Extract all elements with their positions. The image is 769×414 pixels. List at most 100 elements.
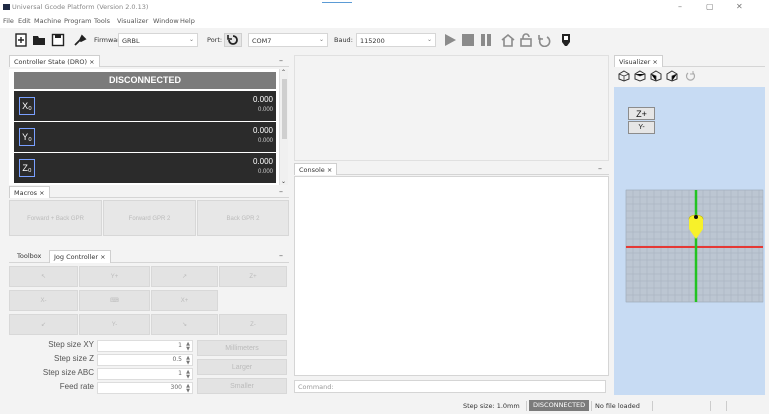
- jog-xplus-yminus-button[interactable]: ↘: [151, 314, 218, 335]
- reset-z-button[interactable]: Z₀: [19, 159, 35, 177]
- keyboard-jog-button[interactable]: ⌨: [79, 290, 150, 311]
- tab-visualizer[interactable]: Visualizer ×: [614, 55, 663, 67]
- menu-tools[interactable]: Tools: [94, 17, 110, 25]
- step-abc-value: 1: [178, 370, 182, 377]
- z-machine-position: 0.000: [257, 169, 273, 175]
- connect-icon[interactable]: [73, 33, 87, 47]
- dro-scrollbar[interactable]: ⌃ ⌄: [279, 69, 288, 185]
- console-output[interactable]: [294, 176, 609, 376]
- close-icon[interactable]: ×: [100, 253, 105, 261]
- macros-tab-row: Macros × –: [9, 186, 289, 198]
- close-button[interactable]: ✕: [736, 2, 743, 11]
- units-toggle-button[interactable]: Millimeters: [197, 340, 287, 356]
- tab-console[interactable]: Console ×: [294, 163, 338, 175]
- tab-controller-state[interactable]: Controller State (DRO) ×: [9, 55, 100, 67]
- jog-xminus-yminus-button[interactable]: ↙: [9, 314, 78, 335]
- chevron-down-icon[interactable]: ⌄: [281, 178, 286, 185]
- smaller-step-button[interactable]: Smaller: [197, 378, 287, 394]
- spinner-icon[interactable]: ▲ ▼: [186, 384, 190, 394]
- menu-machine[interactable]: Machine: [34, 17, 61, 25]
- minimize-panel-icon[interactable]: –: [598, 164, 602, 173]
- feed-rate-input[interactable]: 300 ▲ ▼: [97, 382, 193, 394]
- minimize-button[interactable]: –: [678, 2, 682, 11]
- focus-indicator: [322, 2, 352, 3]
- step-z-value: 0.5: [172, 356, 182, 363]
- firmware-value: GRBL: [122, 37, 140, 45]
- chevron-down-icon: ⌄: [188, 36, 194, 43]
- jog-xplus-yplus-button[interactable]: ↗: [151, 266, 218, 287]
- spinner-icon[interactable]: ▲ ▼: [186, 370, 190, 380]
- step-abc-input[interactable]: 1 ▲ ▼: [97, 368, 193, 380]
- step-xy-value: 1: [178, 342, 182, 349]
- tool-change-icon[interactable]: [559, 33, 573, 47]
- jog-z-plus-overlay-button[interactable]: Z+: [628, 107, 655, 120]
- jog-y-minus-overlay-button[interactable]: Y-: [628, 121, 655, 134]
- y-machine-position: 0.000: [257, 138, 273, 144]
- close-icon[interactable]: ×: [327, 166, 332, 174]
- reset-y-button[interactable]: Y₀: [19, 128, 35, 146]
- jog-yplus-button[interactable]: Y+: [79, 266, 150, 287]
- menu-edit[interactable]: Edit: [18, 17, 31, 25]
- chevron-up-icon[interactable]: ⌃: [281, 69, 286, 76]
- close-icon[interactable]: ×: [652, 58, 657, 66]
- macro-button-3[interactable]: Back GPR 2: [197, 200, 289, 236]
- minimize-panel-icon[interactable]: –: [279, 56, 283, 65]
- scrollbar-thumb[interactable]: [282, 79, 287, 139]
- new-file-icon[interactable]: [14, 33, 28, 47]
- step-z-input[interactable]: 0.5 ▲ ▼: [97, 354, 193, 366]
- spinner-icon[interactable]: ▲ ▼: [186, 342, 190, 352]
- console-tab-row: Console × –: [294, 163, 609, 175]
- home-icon[interactable]: [501, 33, 515, 47]
- port-select[interactable]: COM7 ⌄: [248, 33, 328, 47]
- jog-xminus-button[interactable]: X-: [9, 290, 78, 311]
- baud-select[interactable]: 115200 ⌄: [356, 33, 436, 47]
- pause-icon[interactable]: [479, 33, 493, 47]
- command-input[interactable]: Command:: [294, 380, 606, 393]
- step-xy-input[interactable]: 1 ▲ ▼: [97, 340, 193, 352]
- step-z-label: Step size Z: [53, 354, 94, 363]
- play-icon[interactable]: [443, 33, 457, 47]
- menu-help[interactable]: Help: [180, 17, 195, 25]
- view-3d-icon[interactable]: [618, 70, 630, 82]
- menu-window[interactable]: Window: [153, 17, 179, 25]
- tab-jog-controller[interactable]: Jog Controller ×: [49, 250, 111, 263]
- jog-yminus-button[interactable]: Y-: [79, 314, 150, 335]
- jog-zplus-button[interactable]: Z+: [219, 266, 287, 287]
- status-divider: [591, 401, 592, 411]
- menu-program[interactable]: Program: [64, 17, 91, 25]
- unlock-icon[interactable]: [519, 33, 533, 47]
- stop-icon[interactable]: [461, 33, 475, 47]
- close-icon[interactable]: ×: [89, 58, 94, 66]
- larger-step-button[interactable]: Larger: [197, 359, 287, 375]
- view-left-icon[interactable]: [650, 70, 662, 82]
- tab-toolbox[interactable]: Toolbox: [17, 252, 41, 260]
- macro-button-2[interactable]: Forward GPR 2: [103, 200, 196, 236]
- view-front-icon[interactable]: [666, 70, 678, 82]
- reset-icon[interactable]: [537, 33, 551, 47]
- menu-file[interactable]: File: [3, 17, 14, 25]
- save-icon[interactable]: [51, 33, 65, 47]
- maximize-button[interactable]: ▢: [706, 2, 714, 11]
- minimize-panel-icon[interactable]: –: [279, 251, 283, 260]
- refresh-view-icon[interactable]: [684, 70, 696, 82]
- view-top-icon[interactable]: [634, 70, 646, 82]
- jog-zminus-button[interactable]: Z-: [219, 314, 287, 335]
- refresh-icon: [227, 35, 238, 45]
- y-work-position: 0.000: [252, 126, 273, 135]
- reset-x-button[interactable]: X₀: [19, 97, 35, 115]
- tab-macros[interactable]: Macros ×: [9, 186, 50, 198]
- step-abc-label: Step size ABC: [42, 368, 94, 377]
- minimize-panel-icon[interactable]: –: [279, 187, 283, 196]
- connection-status-badge: DISCONNECTED: [529, 400, 590, 411]
- jog-xminus-yplus-button[interactable]: ↖: [9, 266, 78, 287]
- empty-panel: [294, 55, 609, 161]
- menu-visualizer[interactable]: Visualizer: [117, 17, 148, 25]
- dro-tab-row: Controller State (DRO) × –: [9, 55, 289, 67]
- spinner-icon[interactable]: ▲ ▼: [186, 356, 190, 366]
- firmware-select[interactable]: GRBL ⌄: [118, 33, 198, 47]
- close-icon[interactable]: ×: [39, 189, 44, 197]
- refresh-ports-button[interactable]: [224, 33, 242, 47]
- jog-xplus-button[interactable]: X+: [151, 290, 218, 311]
- macro-button-1[interactable]: Forward + Back GPR: [9, 200, 102, 236]
- open-folder-icon[interactable]: [32, 33, 46, 47]
